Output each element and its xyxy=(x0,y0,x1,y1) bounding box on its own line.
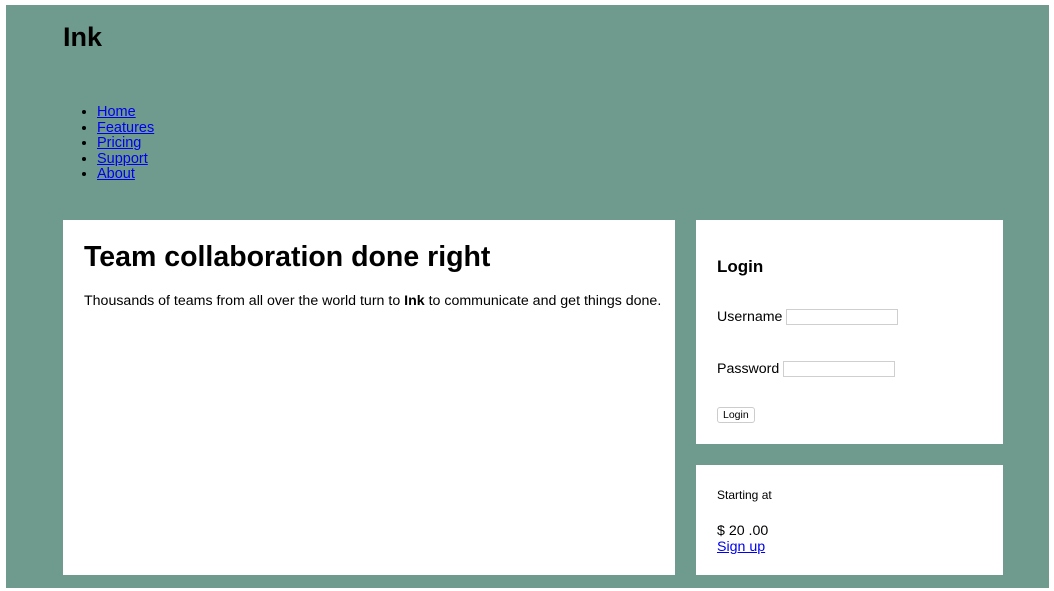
password-row: Password xyxy=(717,361,896,377)
hero-text-brand: Ink xyxy=(404,293,425,309)
password-label: Password xyxy=(717,361,780,377)
nav-item-support: Support xyxy=(97,151,154,168)
nav-item-features: Features xyxy=(97,120,154,137)
hero-panel: Team collaboration done right Thousands … xyxy=(63,220,675,575)
main-nav: Home Features Pricing Support About xyxy=(63,104,154,183)
pricing-price: $ 20 .00 xyxy=(717,523,769,539)
login-title: Login xyxy=(717,257,764,276)
nav-link-pricing[interactable]: Pricing xyxy=(97,135,141,151)
page-background: Ink Home Features Pricing Support About … xyxy=(6,5,1049,588)
hero-text-end: to communicate and get things done. xyxy=(424,293,662,309)
nav-item-pricing: Pricing xyxy=(97,135,154,152)
username-input[interactable] xyxy=(786,309,899,325)
hero-title: Team collaboration done right xyxy=(84,241,491,273)
site-logo: Ink xyxy=(63,22,103,52)
nav-item-about: About xyxy=(97,167,154,183)
login-panel: Login Username Password Login xyxy=(696,220,1003,444)
nav-item-home: Home xyxy=(97,104,154,121)
signup-link[interactable]: Sign up xyxy=(717,539,765,555)
hero-text: Thousands of teams from all over the wor… xyxy=(84,293,661,309)
username-row: Username xyxy=(717,309,899,325)
password-input[interactable] xyxy=(783,361,896,377)
pricing-panel: Starting at $ 20 .00 Sign up xyxy=(696,465,1003,575)
pricing-starting-label: Starting at xyxy=(717,488,772,502)
nav-link-about[interactable]: About xyxy=(97,166,135,183)
username-label: Username xyxy=(717,309,783,325)
hero-text-start: Thousands of teams from all over the wor… xyxy=(84,293,405,309)
nav-link-support[interactable]: Support xyxy=(97,151,148,167)
nav-link-features[interactable]: Features xyxy=(97,120,154,136)
nav-link-home[interactable]: Home xyxy=(97,104,136,120)
login-button[interactable]: Login xyxy=(717,407,755,423)
